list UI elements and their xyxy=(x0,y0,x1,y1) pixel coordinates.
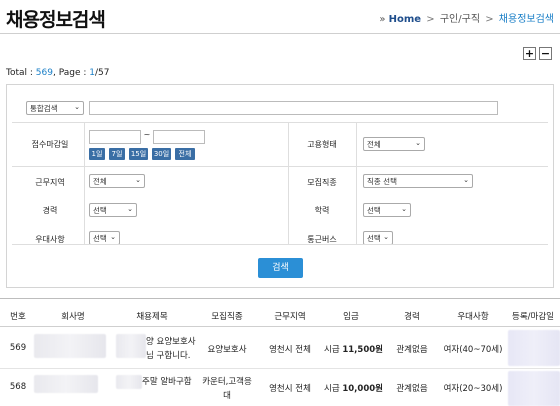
job-title-link-cont[interactable]: 님 구합니다. xyxy=(146,349,191,361)
row-area: 영천시 전체 xyxy=(269,345,311,355)
chevron-down-icon: ⌄ xyxy=(401,205,407,213)
education-label: 학력 xyxy=(314,206,330,215)
breadcrumb-section-link[interactable]: 구인/구직 xyxy=(440,14,480,25)
date-7day-button[interactable]: 7일 xyxy=(109,148,125,160)
job-title-link[interactable]: 양 요양보호사 xyxy=(146,335,196,347)
breadcrumb: » Home > 구인/구직 > 채용정보검색 xyxy=(379,10,554,25)
page-title: 채용정보검색 xyxy=(6,9,106,31)
column-header-company: 회사명 xyxy=(61,312,85,322)
divider xyxy=(12,122,548,123)
column-header-title: 채용제목 xyxy=(136,312,168,322)
redacted-dates xyxy=(508,330,560,366)
chevron-down-icon: ⌄ xyxy=(383,233,389,241)
row-wage: 시급 10,000원 xyxy=(324,384,383,394)
column-header-no: 번호 xyxy=(10,312,26,322)
row-preference: 여자(40~70세) xyxy=(443,345,503,355)
column-header-career: 경력 xyxy=(404,312,420,322)
chevron-down-icon: ⌄ xyxy=(415,139,421,147)
breadcrumb-current: 채용정보검색 xyxy=(498,14,554,25)
work-area-label: 근무지역 xyxy=(35,178,65,187)
chevron-down-icon: ⌄ xyxy=(74,103,80,111)
search-input[interactable] xyxy=(89,101,498,115)
column-header-dates: 등록/마감일 xyxy=(512,312,554,322)
zoom-in-button[interactable]: + xyxy=(523,47,536,60)
divider xyxy=(356,122,357,244)
divider xyxy=(12,166,548,167)
result-summary: Total : 569, Page : 1/57 xyxy=(6,68,110,78)
job-title-link[interactable]: 주말 알바구함 xyxy=(142,375,192,387)
date-all-button[interactable]: 전체 xyxy=(175,148,195,160)
chevron-down-icon: ⌄ xyxy=(135,176,141,184)
breadcrumb-home-link[interactable]: Home xyxy=(389,14,421,25)
column-header-area: 근무지역 xyxy=(274,312,306,322)
career-select[interactable]: 선택 ⌄ xyxy=(89,203,137,217)
date-range-tilde: ~ xyxy=(143,130,151,139)
total-count: 569 xyxy=(35,68,53,78)
row-career: 관계없음 xyxy=(396,384,428,394)
date-1day-button[interactable]: 1일 xyxy=(89,148,105,160)
redacted-title-part xyxy=(116,375,142,389)
row-job: 카운터,고객응 xyxy=(202,377,252,387)
date-to-input[interactable] xyxy=(153,130,205,144)
employment-type-select[interactable]: 전체 ⌄ xyxy=(363,137,425,151)
breadcrumb-separator: > xyxy=(426,14,435,25)
column-header-wage: 임금 xyxy=(343,312,359,322)
chevron-down-icon: ⌄ xyxy=(127,205,133,213)
job-type-label: 모집직종 xyxy=(307,178,337,187)
divider xyxy=(84,122,85,244)
redacted-company-name[interactable] xyxy=(34,334,106,358)
table-header-divider xyxy=(0,326,560,327)
education-select[interactable]: 선택 ⌄ xyxy=(363,203,411,217)
redacted-company-name[interactable] xyxy=(34,375,98,393)
row-preference: 여자(20~30세) xyxy=(443,384,503,394)
job-type-select[interactable]: 직종 선택 ⌄ xyxy=(363,174,473,188)
divider xyxy=(12,244,548,245)
chevron-down-icon: ⌄ xyxy=(463,176,469,184)
column-header-job: 모집직종 xyxy=(211,312,243,322)
row-job: 요양보호사 xyxy=(207,345,247,355)
table-top-border xyxy=(0,298,560,299)
column-header-preference: 우대사항 xyxy=(457,312,489,322)
row-number: 569 xyxy=(9,343,27,353)
redacted-title-part xyxy=(116,334,146,358)
breadcrumb-separator: > xyxy=(485,14,494,25)
search-category-select[interactable]: 통합검색 ⌄ xyxy=(26,101,84,115)
page-total: /57 xyxy=(94,68,110,78)
row-area: 영천시 전체 xyxy=(269,384,311,394)
chevron-down-icon: ⌄ xyxy=(110,233,116,241)
date-15day-button[interactable]: 15일 xyxy=(129,148,148,160)
row-divider xyxy=(0,368,560,369)
search-button[interactable]: 검색 xyxy=(258,258,303,278)
row-career: 관계없음 xyxy=(396,345,428,355)
breadcrumb-prefix: » xyxy=(379,14,389,25)
commute-bus-select[interactable]: 선택 ⌄ xyxy=(363,231,393,245)
header-divider xyxy=(0,33,560,34)
divider xyxy=(288,122,289,244)
work-area-select[interactable]: 전체 ⌄ xyxy=(89,174,145,188)
row-number: 568 xyxy=(9,382,27,392)
employment-type-label: 고용형태 xyxy=(307,140,337,149)
deadline-label: 접수마감일 xyxy=(31,140,69,149)
redacted-dates xyxy=(508,371,560,406)
date-30day-button[interactable]: 30일 xyxy=(152,148,171,160)
date-from-input[interactable] xyxy=(89,130,141,144)
zoom-out-button[interactable]: − xyxy=(539,47,552,60)
row-wage: 시급 11,500원 xyxy=(324,345,383,355)
career-label: 경력 xyxy=(42,206,58,215)
preference-select[interactable]: 선택 ⌄ xyxy=(89,231,120,245)
row-job-cont: 대 xyxy=(223,391,231,401)
